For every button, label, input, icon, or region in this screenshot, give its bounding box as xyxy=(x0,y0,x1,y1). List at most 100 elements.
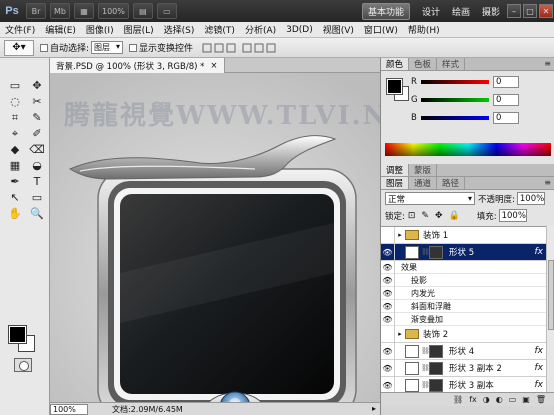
eye-icon[interactable]: 👁 xyxy=(381,342,395,360)
layer-row[interactable]: 👁 ⛓ 形状 3 副本 fx xyxy=(381,376,547,392)
tab-swatches[interactable]: 色板 xyxy=(409,58,438,70)
healing-brush-tool-icon[interactable]: ⌖ xyxy=(5,126,25,141)
layers-scrollbar[interactable] xyxy=(546,226,554,392)
color-panel-fg-swatch[interactable] xyxy=(386,78,403,95)
close-tab-icon[interactable]: × xyxy=(210,61,217,71)
add-mask-icon[interactable]: ◑ xyxy=(483,395,490,404)
layer-row[interactable]: ▸ 装饰 2 xyxy=(381,325,547,343)
bridge-button[interactable]: Br xyxy=(26,3,46,19)
fill-input[interactable]: 100% xyxy=(498,209,527,222)
green-input[interactable]: 0 xyxy=(493,94,519,106)
workspace-design[interactable]: 设计 xyxy=(422,5,440,18)
menu-view[interactable]: 视图(V) xyxy=(318,23,359,36)
marquee-tool-icon[interactable]: ▭ xyxy=(5,78,25,93)
add-style-icon[interactable]: fx xyxy=(469,395,477,404)
zoom-tool-icon[interactable]: 🔍 xyxy=(27,206,47,221)
menu-help[interactable]: 帮助(H) xyxy=(403,23,445,36)
layer-row[interactable]: 👁 ⛓ 形状 3 副本 2 fx xyxy=(381,359,547,377)
link-layers-icon[interactable]: ⛓ xyxy=(453,395,463,404)
zoom-level-dropdown[interactable]: 100% xyxy=(98,3,129,19)
green-slider[interactable] xyxy=(421,98,489,102)
close-button[interactable]: ✕ xyxy=(539,4,553,18)
arrange-documents-button[interactable]: ▤ xyxy=(132,3,153,19)
tab-adjustments[interactable]: 调整 xyxy=(381,164,410,176)
opacity-input[interactable]: 100% xyxy=(516,192,545,205)
new-group-icon[interactable]: ▭ xyxy=(509,395,517,404)
zoom-input[interactable]: 100% xyxy=(50,403,88,415)
adjustment-layer-icon[interactable]: ◐ xyxy=(496,395,503,404)
menu-3d[interactable]: 3D(D) xyxy=(281,25,318,35)
hand-tool-icon[interactable]: ✋ xyxy=(5,206,25,221)
workspace-painting[interactable]: 绘画 xyxy=(452,5,470,18)
dodge-tool-icon[interactable]: ◒ xyxy=(27,158,47,173)
menu-image[interactable]: 图像(I) xyxy=(81,23,119,36)
delete-layer-icon[interactable]: 🗑 xyxy=(536,395,546,404)
tab-masks[interactable]: 蒙版 xyxy=(409,164,438,176)
shape-tool-icon[interactable]: ▭ xyxy=(27,190,47,205)
tool-preset-picker[interactable]: ✥▾ xyxy=(4,39,34,56)
status-menu-arrow-icon[interactable]: ▸ xyxy=(372,404,376,413)
expand-triangle-icon[interactable]: ▸ xyxy=(395,231,405,239)
effects-header[interactable]: 👁 效果 xyxy=(381,258,547,276)
menu-edit[interactable]: 编辑(E) xyxy=(40,23,81,36)
visibility-toggle[interactable] xyxy=(381,325,395,343)
eyedropper-tool-icon[interactable]: ✎ xyxy=(27,110,47,125)
visibility-toggle[interactable] xyxy=(381,227,395,244)
screen-mode-button[interactable]: ▭ xyxy=(156,3,177,19)
gradient-tool-icon[interactable]: ▦ xyxy=(5,158,25,173)
layers-menu-icon[interactable]: ≡ xyxy=(544,178,551,187)
eye-icon[interactable]: 👁 xyxy=(381,376,395,392)
effect-row[interactable]: 👁 渐变叠加 xyxy=(381,310,547,328)
panel-menu-icon[interactable]: ≡ xyxy=(544,59,551,68)
menu-filter[interactable]: 滤镜(T) xyxy=(199,23,240,36)
menu-select[interactable]: 选择(S) xyxy=(159,23,200,36)
effect-row[interactable]: 👁 斜面和浮雕 xyxy=(381,297,547,315)
tab-channels[interactable]: 通道 xyxy=(409,177,438,189)
auto-select-checkbox[interactable] xyxy=(40,43,48,52)
pen-tool-icon[interactable]: ✒ xyxy=(5,174,25,189)
effect-row[interactable]: 👁 投影 xyxy=(381,271,547,289)
fx-badge[interactable]: fx xyxy=(535,247,544,257)
lock-pixels-icon[interactable]: ✎ xyxy=(421,211,429,221)
red-input[interactable]: 0 xyxy=(493,76,519,88)
blend-mode-dropdown[interactable]: 正常 xyxy=(385,192,475,205)
red-slider[interactable] xyxy=(421,80,489,84)
document-tab[interactable]: 背景.PSD @ 100% (形状 3, RGB/8) * × xyxy=(50,58,225,73)
layer-row[interactable]: 👁 ⛓ 形状 4 fx xyxy=(381,342,547,360)
fx-badge[interactable]: fx xyxy=(535,346,544,356)
clone-stamp-tool-icon[interactable]: ◆ xyxy=(5,142,25,157)
auto-select-dropdown[interactable]: 图层 xyxy=(91,41,124,54)
fx-badge[interactable]: fx xyxy=(535,380,544,390)
eraser-tool-icon[interactable]: ⌫ xyxy=(27,142,47,157)
blue-input[interactable]: 0 xyxy=(493,112,519,124)
lock-transparent-icon[interactable]: ⊡ xyxy=(408,211,416,221)
menu-window[interactable]: 窗口(W) xyxy=(359,23,403,36)
menu-layer[interactable]: 图层(L) xyxy=(119,23,159,36)
path-select-tool-icon[interactable]: ↖ xyxy=(5,190,25,205)
layer-row[interactable]: ▸ 装饰 1 xyxy=(381,227,547,244)
tab-color[interactable]: 颜色 xyxy=(381,58,410,70)
lock-position-icon[interactable]: ✥ xyxy=(435,211,443,221)
workspace-essentials[interactable]: 基本功能 xyxy=(361,2,410,20)
maximize-button[interactable]: □ xyxy=(523,4,537,18)
tab-paths[interactable]: 路径 xyxy=(437,177,466,189)
menu-analysis[interactable]: 分析(A) xyxy=(240,23,281,36)
mini-bridge-button[interactable]: Mb xyxy=(50,3,70,19)
brush-tool-icon[interactable]: ✐ xyxy=(27,126,47,141)
show-transform-checkbox[interactable] xyxy=(129,43,138,52)
quick-mask-button[interactable] xyxy=(14,358,32,372)
tab-styles[interactable]: 样式 xyxy=(437,58,466,70)
align-buttons[interactable] xyxy=(201,41,321,55)
move-tool-icon[interactable]: ✥ xyxy=(27,78,47,93)
color-spectrum[interactable] xyxy=(385,143,551,156)
foreground-color-swatch[interactable] xyxy=(8,325,27,344)
document-canvas[interactable]: 腾龍視覺WWW.TLVI.NET xyxy=(50,73,380,402)
menu-file[interactable]: 文件(F) xyxy=(0,23,40,36)
minimize-button[interactable]: – xyxy=(507,4,521,18)
lasso-tool-icon[interactable]: ◌ xyxy=(5,94,25,109)
lock-all-icon[interactable]: 🔒 xyxy=(449,211,460,221)
eye-icon[interactable]: 👁 xyxy=(381,359,395,377)
type-tool-icon[interactable]: T xyxy=(27,174,47,189)
scrollbar-thumb[interactable] xyxy=(548,260,554,330)
effect-row[interactable]: 👁 内发光 xyxy=(381,284,547,302)
